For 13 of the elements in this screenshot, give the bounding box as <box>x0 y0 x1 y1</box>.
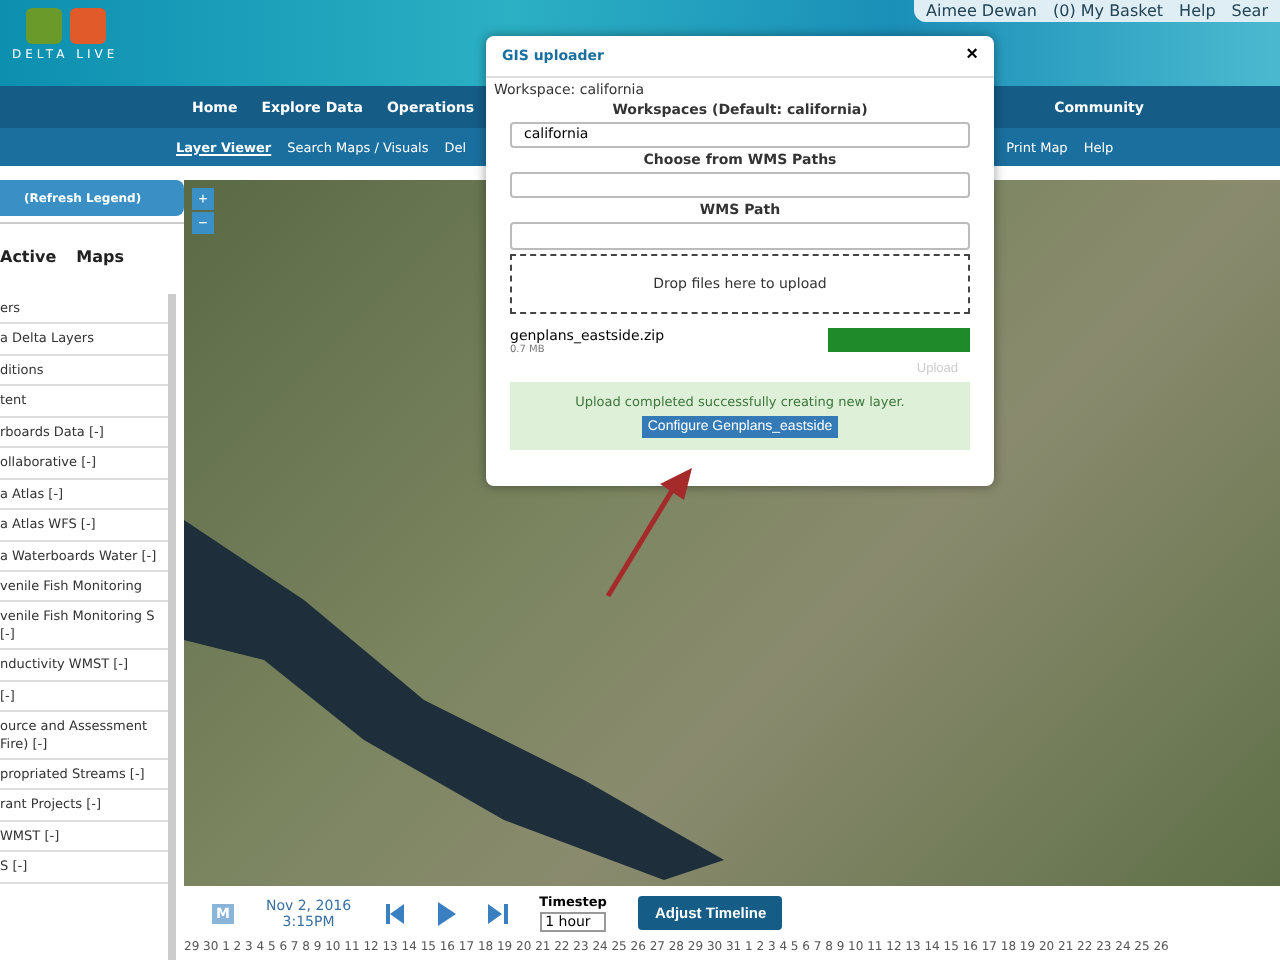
search-field[interactable]: Sear <box>1231 2 1268 20</box>
user-link[interactable]: Aimee Dewan <box>926 2 1038 20</box>
wms-path-field[interactable] <box>510 222 970 250</box>
sidebar-tab[interactable]: Maps <box>76 248 124 266</box>
zoom-in-button[interactable]: + <box>192 188 214 210</box>
zoom-out-button[interactable]: − <box>192 212 214 234</box>
sidebar-tab[interactable]: Active <box>0 248 57 266</box>
play-icon[interactable] <box>435 901 456 925</box>
skip-back-icon[interactable] <box>383 901 404 925</box>
basket-link[interactable]: (0) My Basket <box>1053 2 1164 20</box>
help-link[interactable]: Help <box>1179 2 1216 20</box>
close-button[interactable]: × <box>966 48 978 64</box>
skip-forward-icon[interactable] <box>487 901 508 925</box>
